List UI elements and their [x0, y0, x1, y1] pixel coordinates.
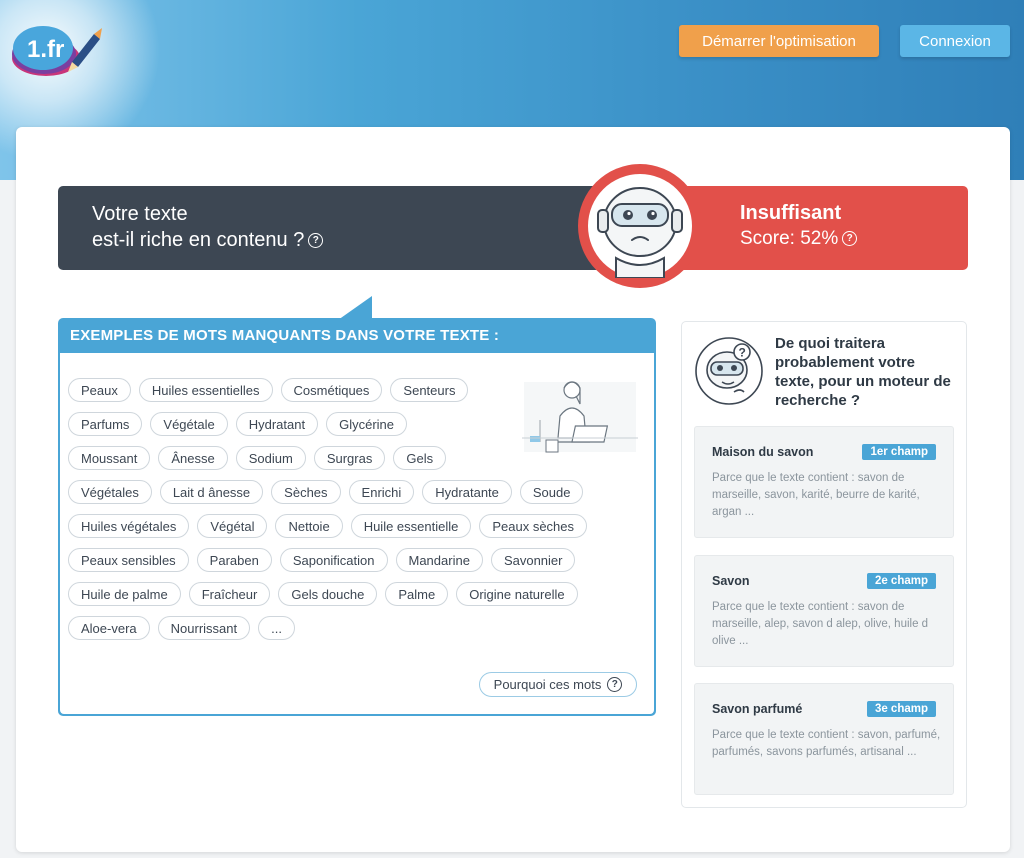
- content-richness-question: Votre texte est-il riche en contenu ??: [92, 201, 324, 253]
- score-help-icon[interactable]: ?: [842, 231, 858, 247]
- missing-word-chip[interactable]: Hydratant: [235, 412, 319, 436]
- why-button-label: Pourquoi ces mots: [493, 677, 602, 692]
- missing-word-chip[interactable]: Peaux sensibles: [68, 548, 189, 572]
- topic-reason: Parce que le texte contient : savon de m…: [712, 601, 929, 647]
- missing-word-chip[interactable]: Enrichi: [348, 480, 415, 504]
- missing-word-chip[interactable]: Gels: [393, 446, 447, 470]
- topic-rank-badge: 2e champ: [866, 573, 936, 589]
- missing-word-chip[interactable]: Saponification: [279, 548, 388, 572]
- missing-word-chip[interactable]: Huile essentielle: [350, 514, 472, 538]
- chip-row: Peaux Huiles essentielles Cosmétiques Sente…: [68, 378, 469, 402]
- missing-word-chip[interactable]: Huiles essentielles: [138, 378, 273, 402]
- chip-row: Huile de palme Fraîcheur Gels douche Palme O…: [68, 582, 578, 606]
- missing-word-chip[interactable]: Végétale: [150, 412, 228, 436]
- missing-word-chip[interactable]: Ânesse: [158, 446, 228, 470]
- login-button[interactable]: Connexion: [900, 25, 1010, 57]
- missing-word-chip[interactable]: Végétal: [197, 514, 268, 538]
- question-line-1: Votre texte: [92, 203, 188, 225]
- why-help-icon: ?: [607, 677, 623, 692]
- topic-reason: Parce que le texte contient : savon, par…: [712, 729, 941, 758]
- missing-word-chip[interactable]: Paraben: [196, 548, 272, 572]
- missing-word-chip[interactable]: Soude: [519, 480, 584, 504]
- missing-word-chip[interactable]: Glycérine: [326, 412, 408, 436]
- chip-row: Végétales Lait d ânesse Sèches Enrichi Hydra…: [68, 480, 584, 504]
- topic-name: Maison du savon: [712, 445, 814, 459]
- topics-question: De quoi traitera probablement votre text…: [775, 335, 951, 409]
- logo-icon[interactable]: 1.fr: [10, 14, 105, 84]
- chip-row: Parfums Végétale Hydratant Glycérine: [68, 412, 408, 436]
- missing-word-chip[interactable]: Surgras: [313, 446, 386, 470]
- missing-word-chip[interactable]: Hydratante: [422, 480, 512, 504]
- start-optimization-button[interactable]: Démarrer l'optimisation: [679, 25, 879, 57]
- topic-reason: Parce que le texte contient : savon de m…: [712, 472, 920, 518]
- why-these-words-button[interactable]: Pourquoi ces mots ?: [479, 672, 637, 697]
- score-value-row: Score: 52%?: [740, 228, 858, 250]
- chip-row: Aloe-vera Nourrissant...: [68, 616, 295, 640]
- missing-word-chip[interactable]: Parfums: [68, 412, 143, 436]
- missing-word-chip[interactable]: Huile de palme: [68, 582, 181, 606]
- missing-word-chip[interactable]: Savonnier: [490, 548, 576, 572]
- missing-word-chip[interactable]: Origine naturelle: [456, 582, 578, 606]
- sad-robot-icon: [597, 187, 683, 279]
- missing-word-chip[interactable]: Huiles végétales: [68, 514, 190, 538]
- missing-word-chip[interactable]: Fraîcheur: [188, 582, 271, 606]
- missing-word-chip[interactable]: Palme: [385, 582, 449, 606]
- missing-word-chip[interactable]: Aloe-vera: [68, 616, 150, 640]
- missing-word-chip[interactable]: Peaux sèches: [479, 514, 588, 538]
- topic-card-1[interactable]: Maison du savon 1er champ Parce que le t…: [694, 426, 954, 538]
- question-line-2: est-il riche en contenu ?: [92, 229, 305, 251]
- missing-word-chip[interactable]: Sèches: [271, 480, 341, 504]
- chip-row: Huiles végétales Végétal Nettoie Huile esse…: [68, 514, 588, 538]
- missing-word-chip[interactable]: Végétales: [68, 480, 152, 504]
- topic-rank-badge: 1er champ: [862, 444, 936, 460]
- chip-row: Peaux sensibles Paraben Saponification Mand…: [68, 548, 576, 572]
- topic-name: Savon: [712, 574, 750, 588]
- score-value: Score: 52%: [740, 228, 839, 249]
- missing-word-chip[interactable]: Sodium: [235, 446, 306, 470]
- missing-word-chip[interactable]: Peaux: [68, 378, 131, 402]
- thinking-robot-icon: ?: [695, 337, 763, 405]
- topic-card-3[interactable]: Savon parfumé 3e champ Parce que le text…: [694, 683, 954, 795]
- svg-text:?: ?: [739, 346, 746, 360]
- missing-words-title: EXEMPLES DE MOTS MANQUANTS DANS VOTRE TE…: [70, 327, 500, 344]
- missing-word-chip[interactable]: Mandarine: [395, 548, 483, 572]
- missing-word-chip[interactable]: Lait d ânesse: [159, 480, 264, 504]
- topic-rank-badge: 3e champ: [866, 701, 936, 717]
- missing-word-chip[interactable]: Cosmétiques: [280, 378, 383, 402]
- missing-word-chip[interactable]: Nettoie: [275, 514, 343, 538]
- help-icon[interactable]: ?: [308, 233, 324, 249]
- score-rating: Insuffisant: [740, 202, 842, 224]
- woman-laptop-illustration: [522, 381, 638, 453]
- missing-word-chip[interactable]: Moussant: [68, 446, 151, 470]
- topic-card-2[interactable]: Savon 2e champ Parce que le texte contie…: [694, 555, 954, 667]
- logo-text: 1.fr: [27, 36, 64, 63]
- missing-word-chip[interactable]: Nourrissant: [157, 616, 251, 640]
- chip-row: Moussant Ânesse Sodium Surgras Gels: [68, 446, 447, 470]
- robot-avatar: [588, 174, 692, 279]
- topic-name: Savon parfumé: [712, 702, 803, 716]
- missing-word-chip[interactable]: Senteurs: [390, 378, 469, 402]
- missing-word-chip[interactable]: Gels douche: [278, 582, 378, 606]
- missing-word-chip[interactable]: ...: [258, 616, 295, 640]
